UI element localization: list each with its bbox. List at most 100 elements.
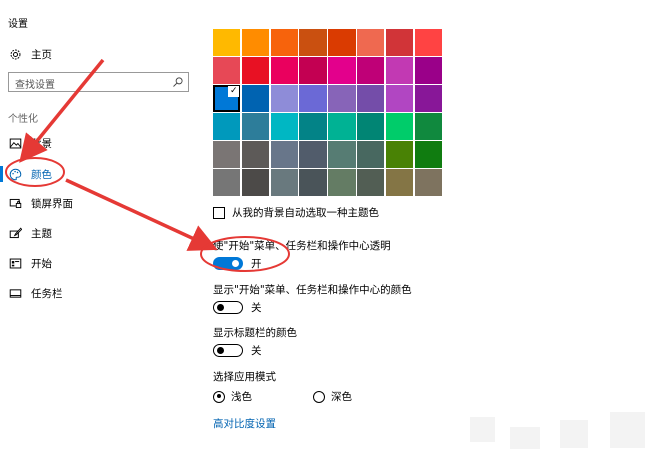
- color-swatch[interactable]: [241, 29, 270, 56]
- color-swatch[interactable]: [357, 169, 385, 196]
- annotation-arrow: [65, 178, 218, 251]
- app-mode-light-radio[interactable]: 浅色: [213, 389, 252, 404]
- sidebar-item-label: 锁屏界面: [31, 197, 73, 210]
- color-swatch[interactable]: [328, 169, 356, 196]
- sidebar-item-label: 主页: [31, 48, 52, 61]
- color-swatch[interactable]: [385, 85, 414, 112]
- search-input[interactable]: 查找设置: [8, 72, 189, 92]
- sidebar-item-home[interactable]: 主页: [8, 44, 52, 64]
- transparency-toggle-row: 开: [213, 256, 262, 271]
- app-mode-label: 选择应用模式: [213, 371, 276, 383]
- color-swatch[interactable]: [299, 113, 327, 140]
- high-contrast-settings-link[interactable]: 高对比度设置: [213, 416, 276, 431]
- title-bar-color-toggle-row: 关: [213, 343, 262, 358]
- radio-label: 深色: [331, 391, 352, 403]
- taskbar-icon: [8, 286, 22, 300]
- transparency-label: 使"开始"菜单、任务栏和操作中心透明: [213, 240, 391, 252]
- sidebar-item-taskbar[interactable]: 任务栏: [8, 283, 63, 303]
- check-icon: ✓: [228, 86, 240, 98]
- toggle-state: 关: [251, 302, 262, 314]
- color-swatch[interactable]: [299, 169, 327, 196]
- color-swatch[interactable]: [299, 57, 327, 84]
- color-swatch[interactable]: [270, 113, 298, 140]
- color-swatch[interactable]: [299, 85, 327, 112]
- checkbox-box[interactable]: [213, 206, 225, 219]
- color-swatch[interactable]: [241, 141, 270, 168]
- color-swatch[interactable]: [414, 85, 442, 112]
- color-swatch[interactable]: [414, 169, 442, 196]
- search-icon: [173, 77, 183, 87]
- search-placeholder: 查找设置: [15, 80, 55, 91]
- color-swatch[interactable]: [357, 57, 385, 84]
- sidebar-item-label: 颜色: [31, 168, 52, 181]
- toggle-state: 关: [251, 345, 262, 357]
- color-swatch[interactable]: [213, 57, 241, 84]
- show-color-start-toggle[interactable]: [213, 301, 243, 314]
- sidebar-item-start[interactable]: 开始: [8, 253, 52, 273]
- auto-pick-accent-checkbox[interactable]: 从我的背景自动选取一种主题色: [213, 205, 379, 220]
- color-swatch[interactable]: [414, 141, 442, 168]
- color-swatch[interactable]: [357, 85, 385, 112]
- checkbox-label: 从我的背景自动选取一种主题色: [232, 207, 379, 219]
- color-swatch[interactable]: [213, 169, 241, 196]
- color-swatch[interactable]: [414, 113, 442, 140]
- title-bar-color-label: 显示标题栏的颜色: [213, 327, 297, 339]
- section-label: 个性化: [8, 114, 38, 125]
- sidebar-item-background[interactable]: 背景: [8, 133, 52, 153]
- color-swatch[interactable]: [270, 29, 298, 56]
- color-swatch[interactable]: [385, 141, 414, 168]
- color-swatch[interactable]: [328, 113, 356, 140]
- sidebar-item-themes[interactable]: 主题: [8, 223, 52, 243]
- color-swatch[interactable]: [328, 29, 356, 56]
- color-swatch[interactable]: [270, 57, 298, 84]
- radio-button[interactable]: [313, 390, 325, 403]
- color-swatch[interactable]: [241, 113, 270, 140]
- picture-icon: [8, 136, 22, 150]
- color-swatch[interactable]: [213, 113, 241, 140]
- color-swatch[interactable]: [414, 57, 442, 84]
- title-bar-color-toggle[interactable]: [213, 344, 243, 357]
- color-swatch[interactable]: [357, 141, 385, 168]
- color-swatch[interactable]: [241, 57, 270, 84]
- color-swatch[interactable]: [270, 169, 298, 196]
- app-mode-dark-radio[interactable]: 深色: [313, 389, 352, 404]
- color-swatch[interactable]: [213, 141, 241, 168]
- accent-color-grid: ✓: [213, 29, 442, 196]
- color-swatch[interactable]: [328, 141, 356, 168]
- watermark-block: [560, 420, 588, 448]
- watermark-block: [510, 427, 540, 449]
- color-swatch[interactable]: [213, 29, 241, 56]
- color-swatch[interactable]: [270, 85, 298, 112]
- color-swatch[interactable]: [241, 85, 270, 112]
- gear-icon: [8, 47, 22, 61]
- toggle-state: 开: [251, 258, 262, 270]
- transparency-toggle[interactable]: [213, 257, 243, 270]
- watermark-block: [610, 412, 645, 448]
- color-swatch[interactable]: [328, 57, 356, 84]
- toggle-knob: [217, 347, 224, 354]
- palette-icon: [8, 167, 22, 181]
- lock-screen-icon: [8, 196, 22, 210]
- color-swatch[interactable]: [385, 57, 414, 84]
- color-swatch[interactable]: [357, 113, 385, 140]
- show-color-start-toggle-row: 关: [213, 300, 262, 315]
- radio-button[interactable]: [213, 390, 225, 403]
- color-swatch[interactable]: ✓: [213, 85, 241, 112]
- sidebar-item-label: 背景: [31, 137, 52, 150]
- color-swatch[interactable]: [414, 29, 442, 56]
- sidebar-item-label: 主题: [31, 227, 52, 240]
- color-swatch[interactable]: [385, 169, 414, 196]
- color-swatch[interactable]: [385, 29, 414, 56]
- color-swatch[interactable]: [385, 113, 414, 140]
- color-swatch[interactable]: [299, 29, 327, 56]
- sidebar-item-lock-screen[interactable]: 锁屏界面: [8, 193, 73, 213]
- radio-label: 浅色: [231, 391, 252, 403]
- toggle-knob: [217, 304, 224, 311]
- sidebar-item-colors[interactable]: 颜色: [8, 164, 52, 184]
- color-swatch[interactable]: [241, 169, 270, 196]
- toggle-knob: [232, 260, 239, 267]
- color-swatch[interactable]: [328, 85, 356, 112]
- color-swatch[interactable]: [299, 141, 327, 168]
- color-swatch[interactable]: [270, 141, 298, 168]
- color-swatch[interactable]: [357, 29, 385, 56]
